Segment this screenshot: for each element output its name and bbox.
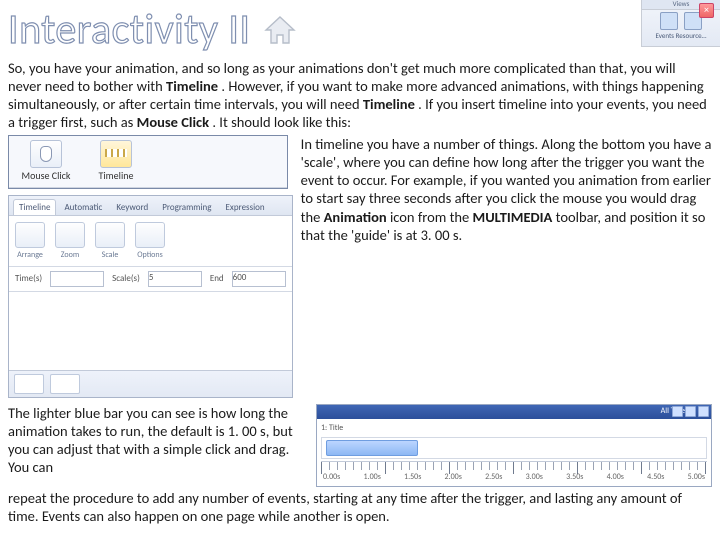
kw-timeline: Timeline	[363, 95, 415, 113]
page-title: Interactivity II	[8, 4, 251, 57]
text: icon from the	[390, 208, 473, 226]
maximize-icon[interactable]	[685, 406, 696, 417]
close-icon[interactable]: ×	[699, 3, 714, 18]
tick-label: 0.00s	[323, 472, 340, 482]
tick-label: 1.00s	[364, 472, 381, 482]
tick-label: 3.50s	[566, 472, 583, 482]
time-ruler[interactable]: 0.00s 1.00s 1.50s 2.00s 2.50s 3.00s 3.50…	[321, 461, 707, 484]
tick-label: 4.50s	[647, 472, 664, 482]
lower-paragraph-b: repeat the procedure to add any number o…	[0, 487, 720, 527]
tab-timeline[interactable]: Timeline	[13, 199, 56, 215]
field-label: End	[210, 273, 224, 284]
kw-timeline: Timeline	[166, 77, 218, 95]
tick-label: 5.00s	[688, 472, 705, 482]
timeline-label: Timeline	[99, 170, 134, 183]
tool-label: Scale	[102, 250, 119, 260]
timeline-ruler-window: All Title 1: Title 0.00s 1.00s	[316, 404, 712, 487]
trigger-mouse-click[interactable]: Mouse Click	[15, 140, 77, 183]
timeline-canvas[interactable]	[9, 292, 292, 370]
timeline-icon	[100, 140, 132, 168]
track-row-label: 1: Title	[321, 423, 343, 433]
scale-input[interactable]: 5	[148, 271, 202, 287]
close-icon[interactable]	[698, 406, 709, 417]
trigger-label: Mouse Click	[22, 170, 71, 183]
timeline-editor: Timeline Automatic Keyword Programming E…	[8, 195, 293, 398]
intro-paragraph: So, you have your animation, and so long…	[0, 57, 720, 134]
tool-label: Arrange	[17, 250, 43, 260]
tool-label: Zoom	[61, 250, 79, 260]
field-label: Time(s)	[15, 273, 42, 284]
mid-paragraph: In timeline you have a number of things.…	[301, 135, 712, 398]
text: The lighter blue bar you can see is how …	[8, 404, 293, 476]
mouse-icon	[30, 140, 62, 168]
tick-label: 2.00s	[445, 472, 462, 482]
footer-button[interactable]	[14, 374, 44, 394]
tab-programming[interactable]: Programming	[156, 199, 217, 215]
zoom-button[interactable]	[55, 222, 85, 248]
events-window: × Mouse Click Timeline	[8, 135, 288, 189]
kw-mouse-click: Mouse Click	[137, 113, 209, 131]
tick-label: 2.50s	[485, 472, 502, 482]
timeline-track[interactable]	[321, 437, 707, 459]
footer-button[interactable]	[50, 374, 80, 394]
ribbon-items-label: Events Resource…	[642, 32, 720, 41]
kw-multimedia: MULTIMEDIA	[473, 208, 553, 226]
end-input[interactable]: 600	[232, 271, 286, 287]
arrange-button[interactable]	[15, 222, 45, 248]
kw-animation: Animation	[324, 208, 387, 226]
field-label: Scale(s)	[112, 273, 140, 284]
tab-keyword[interactable]: Keyword	[110, 199, 154, 215]
tool-label: Options	[137, 250, 162, 260]
events-icon[interactable]	[660, 12, 678, 30]
tick-label: 1.50s	[404, 472, 421, 482]
tick-label: 4.00s	[607, 472, 624, 482]
tab-automatic[interactable]: Automatic	[58, 199, 108, 215]
tick-label: 3.00s	[526, 472, 543, 482]
text: . It should look like this:	[212, 113, 351, 131]
minimize-icon[interactable]	[672, 406, 683, 417]
home-icon[interactable]	[263, 15, 297, 45]
animation-segment[interactable]	[326, 440, 418, 456]
lower-paragraph-a: The lighter blue bar you can see is how …	[8, 404, 308, 487]
time-input[interactable]	[50, 271, 104, 287]
tab-expression[interactable]: Expression	[220, 199, 271, 215]
options-button[interactable]	[135, 222, 165, 248]
text: repeat the procedure to add any number o…	[8, 489, 682, 525]
timeline-item[interactable]: Timeline	[85, 140, 147, 183]
scale-button[interactable]	[95, 222, 125, 248]
